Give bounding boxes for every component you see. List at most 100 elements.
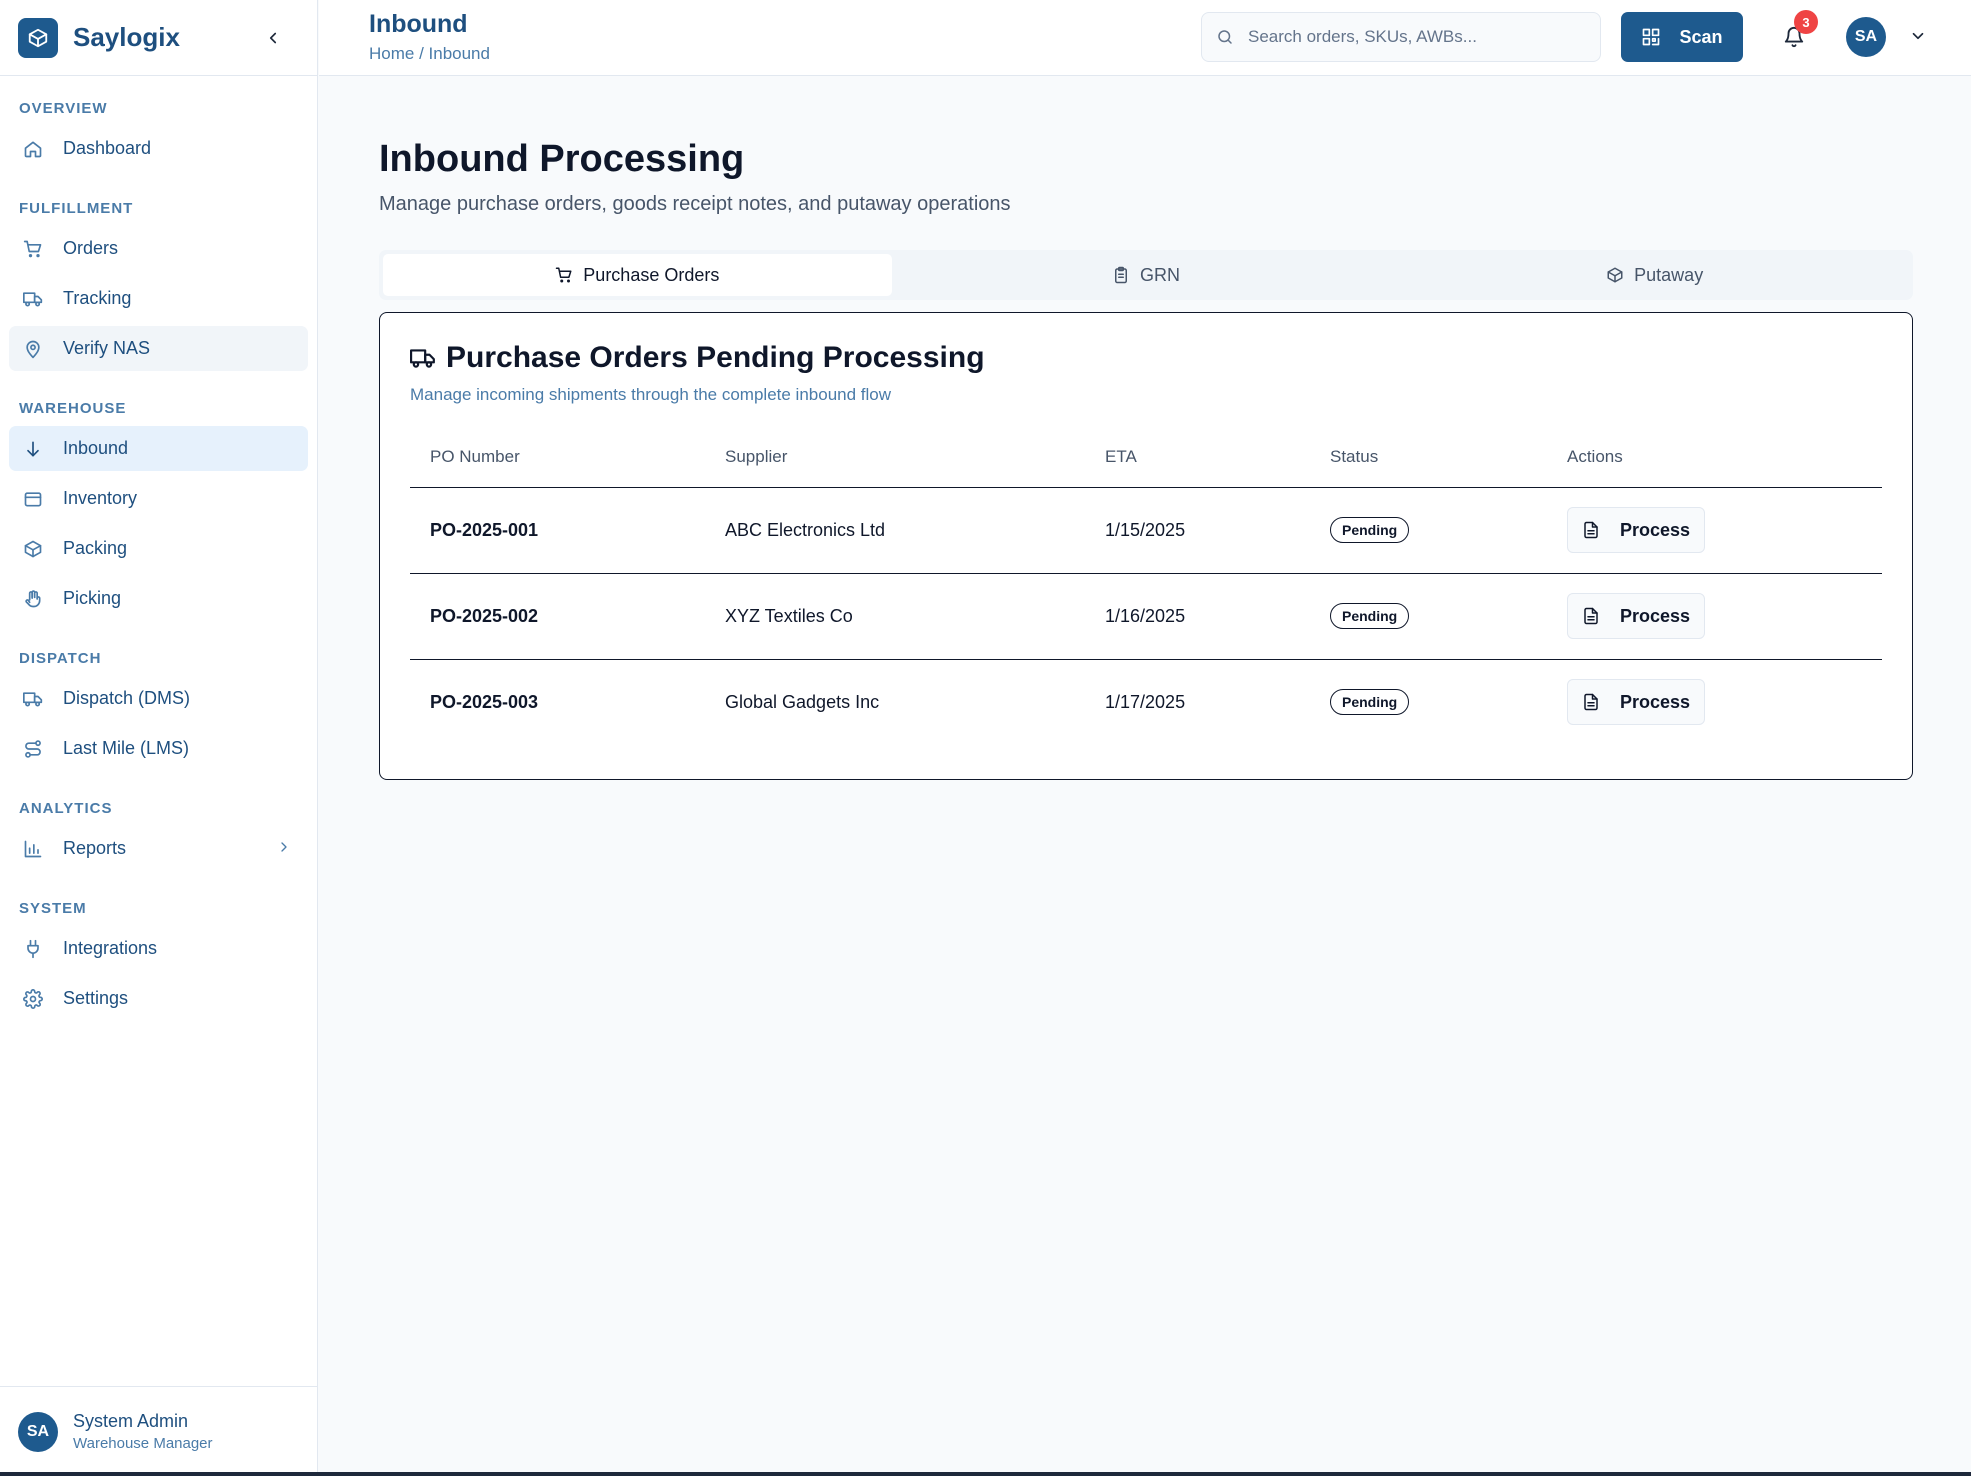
status-badge: Pending <box>1330 603 1410 629</box>
sidebar-item-dispatch[interactable]: Dispatch (DMS) <box>9 676 308 721</box>
process-button[interactable]: Process <box>1567 679 1706 726</box>
supplier: ABC Electronics Ltd <box>705 487 1085 574</box>
supplier: XYZ Textiles Co <box>705 573 1085 660</box>
process-button-label: Process <box>1620 519 1691 540</box>
process-button-label: Process <box>1620 605 1691 626</box>
sidebar-item-dashboard[interactable]: Dashboard <box>9 126 308 171</box>
section-label-analytics: ANALYTICS <box>19 800 113 817</box>
po-number: PO-2025-002 <box>410 573 705 660</box>
chevron-left-icon <box>269 32 277 44</box>
truck-icon <box>410 345 436 371</box>
route-icon <box>23 739 43 759</box>
sidebar-item-label: Picking <box>63 588 122 608</box>
truck-icon <box>23 689 43 709</box>
file-text-icon <box>1582 693 1600 711</box>
bar-chart-icon <box>23 839 43 859</box>
main-content: Inbound Processing Manage purchase order… <box>379 76 1913 780</box>
search-input[interactable] <box>1248 27 1578 47</box>
section-label-overview: OVERVIEW <box>19 100 108 117</box>
user-role: Warehouse Manager <box>73 1435 213 1452</box>
sidebar-item-integrations[interactable]: Integrations <box>9 926 308 971</box>
hand-icon <box>23 589 43 609</box>
top-header: Inbound Home / Inbound Scan 3 SA <box>319 0 1971 76</box>
search-box[interactable] <box>1201 12 1601 62</box>
supplier: Global Gadgets Inc <box>725 691 880 712</box>
status-badge: Pending <box>1330 689 1410 716</box>
process-button[interactable]: Process <box>1567 507 1706 553</box>
chevron-down-icon <box>1912 32 1924 40</box>
home-icon <box>23 139 43 159</box>
sidebar-item-inventory[interactable]: Inventory <box>9 476 308 521</box>
map-pin-icon <box>23 339 43 359</box>
column-header-actions: Actions <box>1547 427 1882 488</box>
process-button-label: Process <box>1620 691 1691 712</box>
sidebar-item-packing[interactable]: Packing <box>9 526 308 571</box>
section-label-fulfillment: FULFILLMENT <box>19 200 134 217</box>
column-header-supplier[interactable]: Supplier <box>705 427 1085 488</box>
process-button[interactable]: Process <box>1567 593 1706 639</box>
sidebar-item-picking[interactable]: Picking <box>9 576 308 621</box>
column-header-po-number[interactable]: PO Number <box>410 427 705 488</box>
sidebar-item-label: Inbound <box>63 438 129 458</box>
tab-label: Putaway <box>1634 264 1704 285</box>
sidebar-item-verify-nas[interactable]: Verify NAS <box>9 326 308 371</box>
brand-logo-icon <box>18 17 58 58</box>
chevron-right-icon <box>276 839 292 860</box>
sidebar-item-inbound[interactable]: Inbound <box>9 426 308 471</box>
sidebar-item-tracking[interactable]: Tracking <box>9 276 308 321</box>
cart-icon <box>555 266 573 284</box>
sidebar-item-label: Verify NAS <box>63 338 151 358</box>
sidebar-item-settings[interactable]: Settings <box>9 976 308 1021</box>
page-subtitle: Manage purchase orders, goods receipt no… <box>379 193 1011 215</box>
header-title: Inbound <box>369 10 468 38</box>
tab-purchase-orders[interactable]: Purchase Orders <box>383 254 892 296</box>
sidebar-nav: OVERVIEW Dashboard FULFILLMENT Orders Tr… <box>0 76 317 1021</box>
tab-label: Purchase Orders <box>583 264 720 285</box>
po-number: PO-2025-001 <box>410 487 705 574</box>
sidebar-item-last-mile[interactable]: Last Mile (LMS) <box>9 726 308 771</box>
arrow-down-icon <box>23 439 43 459</box>
table-row: PO-2025-001 ABC Electronics Ltd 1/15/202… <box>410 487 1882 574</box>
section-label-warehouse: WAREHOUSE <box>19 400 127 417</box>
sidebar-item-reports[interactable]: Reports <box>9 826 308 871</box>
card-title-text: Purchase Orders Pending Processing <box>446 341 985 374</box>
inbound-tabs: Purchase Orders GRN Putaway <box>379 250 1913 300</box>
table-header-row: PO Number Supplier ETA Status Actions <box>410 427 1882 488</box>
search-icon <box>1218 30 1232 44</box>
cart-icon <box>23 239 43 259</box>
column-header-eta[interactable]: ETA <box>1085 427 1310 488</box>
tab-grn[interactable]: GRN <box>892 254 1401 296</box>
box-icon <box>23 489 43 509</box>
table-row: PO-2025-002 XYZ Textiles Co 1/16/2025 Pe… <box>410 573 1882 660</box>
sidebar-item-label: Packing <box>63 538 128 558</box>
sidebar-item-label: Settings <box>63 988 129 1008</box>
sidebar-item-label: Reports <box>63 838 127 858</box>
user-name: System Admin <box>73 1411 189 1431</box>
card-subtitle: Manage incoming shipments through the co… <box>410 385 892 404</box>
sidebar-user-profile[interactable]: SA System Admin Warehouse Manager <box>0 1386 318 1476</box>
sidebar-item-label: Tracking <box>63 288 132 308</box>
sidebar-item-label: Dashboard <box>63 138 152 158</box>
po-number: PO-2025-003 <box>430 691 539 712</box>
purchase-orders-table: PO Number Supplier ETA Status Actions PO… <box>410 427 1882 745</box>
sidebar-item-orders[interactable]: Orders <box>9 226 308 271</box>
column-header-status[interactable]: Status <box>1310 427 1547 488</box>
sidebar-item-label: Inventory <box>63 488 138 508</box>
header-avatar[interactable]: SA <box>1846 17 1886 57</box>
file-text-icon <box>1582 607 1600 625</box>
notification-count-badge: 3 <box>1794 10 1818 34</box>
scan-button[interactable]: Scan <box>1621 12 1743 62</box>
sidebar-item-label: Dispatch (DMS) <box>63 688 191 708</box>
breadcrumb[interactable]: Home / Inbound <box>369 44 490 64</box>
file-text-icon <box>1582 521 1600 539</box>
user-menu-toggle[interactable] <box>1909 27 1927 50</box>
sidebar-item-label: Orders <box>63 238 119 258</box>
page-title: Inbound Processing <box>379 138 745 180</box>
qr-code-icon <box>1641 27 1661 47</box>
section-label-dispatch: DISPATCH <box>19 650 102 667</box>
section-label-system: SYSTEM <box>19 900 87 917</box>
tab-putaway[interactable]: Putaway <box>1400 254 1909 296</box>
card-title: Purchase Orders Pending Processing <box>410 341 1882 375</box>
collapse-sidebar-button[interactable] <box>259 24 287 52</box>
eta: 1/17/2025 <box>1105 691 1186 712</box>
